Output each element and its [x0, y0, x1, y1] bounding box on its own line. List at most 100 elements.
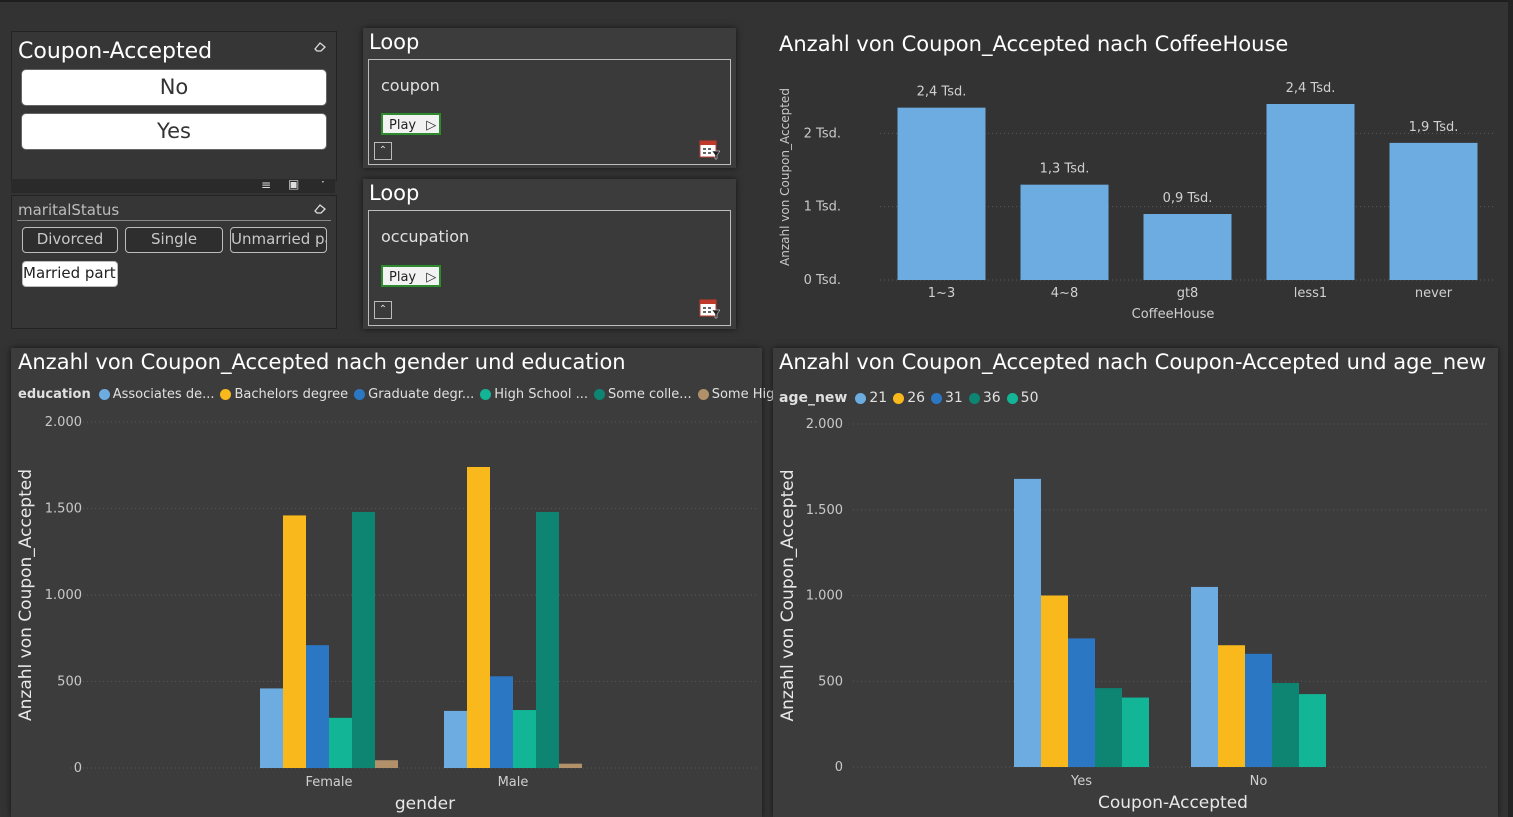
- bar: [1272, 682, 1299, 767]
- slicer-option-unmarried-partner[interactable]: Unmarried pa: [230, 227, 327, 253]
- data-label: 0,9 Tsd.: [1163, 191, 1213, 206]
- collapse-icon[interactable]: ⌃: [374, 142, 392, 160]
- play-label: Play: [389, 118, 417, 133]
- bar: [1389, 142, 1478, 280]
- y-tick-label: 2 Tsd.: [804, 126, 841, 141]
- bar: [897, 107, 986, 281]
- y-axis-title: Anzahl von Coupon_Accepted: [778, 470, 798, 722]
- slicer-title: maritalStatus: [18, 201, 120, 219]
- bar: [329, 717, 352, 768]
- slicer-option-yes[interactable]: Yes: [21, 113, 327, 150]
- slicer-title: Coupon-Accepted: [18, 39, 213, 64]
- x-tick-label: Female: [305, 775, 352, 790]
- gender-education-chart[interactable]: Anzahl von Coupon_Accepted nach gender u…: [11, 348, 799, 817]
- bar: [306, 645, 329, 768]
- y-tick-label: 0: [74, 761, 82, 776]
- bar: [1218, 645, 1245, 767]
- x-axis-title: gender: [395, 794, 455, 814]
- more-options-icon[interactable]: ·: [321, 175, 325, 189]
- eraser-icon[interactable]: [314, 204, 326, 214]
- bar: [1143, 214, 1232, 280]
- focus-mode-icon[interactable]: ▣: [288, 177, 299, 191]
- coupon-accepted-slicer: Coupon-Accepted No Yes: [11, 31, 337, 181]
- data-label: 2,4 Tsd.: [917, 85, 967, 100]
- x-tick-label: No: [1250, 774, 1268, 789]
- bar: [1191, 586, 1218, 767]
- coffeehouse-bar-chart: 0 Tsd. 1 Tsd. 2 Tsd. 2,4 Tsd. 1~3 1,3 Tsd. 4~8…: [778, 81, 1495, 322]
- y-tick-label: 2.000: [806, 417, 843, 432]
- eraser-icon[interactable]: [314, 42, 326, 52]
- y-tick-label: 0 Tsd.: [804, 273, 841, 288]
- marital-status-slicer: maritalStatus Divorced Single Unmarried …: [11, 195, 337, 329]
- loop-frame: occupation Play ▷ ⌃: [368, 210, 731, 326]
- x-tick-label: Male: [498, 775, 529, 790]
- top-border: [0, 0, 1513, 2]
- x-axis-title: Coupon-Accepted: [1098, 793, 1248, 813]
- bar: [1014, 478, 1041, 767]
- loop-field-name: coupon: [381, 76, 440, 95]
- data-label: 1,9 Tsd.: [1409, 120, 1459, 135]
- y-tick-label: 1.000: [45, 588, 82, 603]
- bar: [490, 676, 513, 768]
- bar: [467, 466, 490, 768]
- x-tick-label: 4~8: [1051, 286, 1078, 301]
- y-tick-label: 0: [835, 760, 843, 775]
- slicer-option-no[interactable]: No: [21, 69, 327, 106]
- filter-icon[interactable]: ≡: [261, 178, 271, 192]
- bar: [1020, 184, 1109, 280]
- play-button[interactable]: Play ▷: [381, 113, 441, 135]
- collapse-icon[interactable]: ⌃: [374, 301, 392, 319]
- bar: [513, 710, 536, 768]
- loop-frame: coupon Play ▷ ⌃: [368, 59, 731, 165]
- y-tick-label: 1.500: [45, 502, 82, 517]
- data-label: 1,3 Tsd.: [1040, 162, 1090, 177]
- bar: [1068, 638, 1095, 767]
- y-tick-label: 2.000: [45, 415, 82, 430]
- x-tick-label: less1: [1294, 286, 1327, 301]
- calendar-filter-icon[interactable]: [699, 140, 721, 160]
- bar: [1041, 595, 1068, 767]
- loop-title: Loop: [369, 181, 420, 205]
- bar: [1299, 694, 1326, 767]
- slicer-option-married-partner[interactable]: Married partn: [22, 261, 118, 287]
- bar: [444, 710, 467, 768]
- bar: [1245, 653, 1272, 767]
- bar: [375, 760, 398, 768]
- x-tick-label: Yes: [1070, 774, 1092, 789]
- bar: [352, 511, 375, 768]
- coupon-age-bar-chart: 0 500 1.000 1.500 2.000 Yes NoCoupon-Accepted A…: [778, 417, 1488, 813]
- play-icon: ▷: [426, 270, 437, 285]
- data-label: 2,4 Tsd.: [1286, 81, 1336, 96]
- loop-field-name: occupation: [381, 227, 470, 246]
- bar: [1095, 688, 1122, 767]
- play-icon: ▷: [426, 118, 437, 133]
- bar: [1266, 104, 1355, 280]
- slicer-option-single[interactable]: Single: [125, 227, 223, 253]
- x-tick-label: 1~3: [928, 286, 955, 301]
- y-tick-label: 1.500: [806, 503, 843, 518]
- y-tick-label: 1.000: [806, 589, 843, 604]
- y-tick-label: 500: [818, 674, 843, 689]
- loop-visual-coupon: Loop coupon Play ▷ ⌃: [363, 28, 736, 168]
- slicer-underline: [17, 220, 331, 221]
- x-tick-label: never: [1415, 286, 1453, 301]
- coffeehouse-chart[interactable]: Anzahl von Coupon_Accepted nach CoffeeHo…: [765, 28, 1505, 334]
- y-tick-label: 500: [57, 675, 82, 690]
- play-button[interactable]: Play ▷: [381, 265, 441, 287]
- loop-visual-occupation: Loop occupation Play ▷ ⌃: [363, 179, 736, 329]
- bar: [1122, 697, 1149, 767]
- coupon-age-chart[interactable]: Anzahl von Coupon_Accepted nach Coupon-A…: [773, 348, 1498, 817]
- gender-education-bar-chart: 0 500 1.000 1.500 2.000 Female Male gender Anzah…: [16, 415, 756, 814]
- loop-title: Loop: [369, 30, 420, 54]
- x-axis-title: CoffeeHouse: [1132, 307, 1215, 322]
- y-tick-label: 1 Tsd.: [804, 200, 841, 215]
- calendar-filter-icon[interactable]: [699, 299, 721, 319]
- visual-header: ≡ ▣ ·: [11, 175, 335, 193]
- bar: [260, 688, 283, 768]
- y-axis-title: Anzahl von Coupon_Accepted: [16, 469, 36, 721]
- slicer-option-divorced[interactable]: Divorced: [22, 227, 118, 253]
- x-tick-label: gt8: [1177, 286, 1199, 301]
- bar: [536, 511, 559, 768]
- play-label: Play: [389, 270, 417, 285]
- bar: [283, 515, 306, 768]
